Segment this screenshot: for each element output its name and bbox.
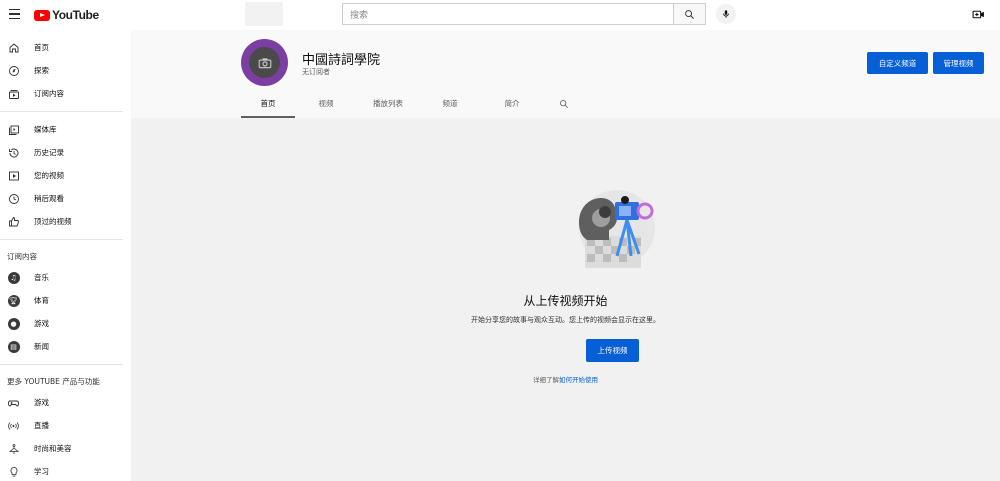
menu-icon[interactable] [6, 6, 22, 22]
sidebar-item-live[interactable]: 直播 [0, 414, 131, 437]
watch-later-icon [7, 192, 20, 205]
channel-header: 中國詩詞學院 无订阅者 自定义频道 管理视频 首页 视频 播放列表 频道 简介 [131, 30, 1000, 118]
camera-icon [258, 57, 271, 68]
library-icon [7, 123, 20, 136]
search-button[interactable] [673, 3, 706, 25]
sidebar-item-label: 体育 [34, 296, 49, 305]
lightbulb-icon [7, 465, 20, 478]
sidebar-item-music[interactable]: ♫ 音乐 [0, 266, 131, 289]
gamepad-icon [7, 396, 20, 409]
sidebar-item-your-videos[interactable]: 您的视频 [0, 164, 131, 187]
sidebar-item-subscriptions[interactable]: 订阅内容 [0, 82, 131, 105]
youtube-play-icon [34, 9, 50, 21]
voice-search-button[interactable] [716, 4, 736, 24]
sidebar-item-home[interactable]: 首页 [0, 36, 131, 59]
sidebar-item-history[interactable]: 历史记录 [0, 141, 131, 164]
empty-state-subtitle: 开始分享您的故事与观众互动。您上传的视频会显示在这里。 [471, 316, 660, 324]
sidebar-item-news[interactable]: ▤ 新闻 [0, 335, 131, 358]
music-icon: ♫ [7, 271, 20, 284]
sidebar-item-label: 订阅内容 [34, 89, 64, 98]
hanger-icon [7, 442, 20, 455]
sidebar-divider [0, 364, 123, 365]
empty-state-title: 从上传视频开始 [523, 294, 608, 308]
news-icon: ▤ [7, 340, 20, 353]
thumbs-up-icon [7, 215, 20, 228]
sidebar-item-label: 媒体库 [34, 125, 57, 134]
sidebar-item-label: 直播 [34, 421, 49, 430]
tab-about[interactable]: 简介 [481, 90, 543, 118]
logo-text: YouTube [52, 8, 99, 22]
sidebar-item-watch-later[interactable]: 稍后观看 [0, 187, 131, 210]
sidebar-item-label: 时尚和美容 [34, 444, 72, 453]
sidebar-divider [0, 239, 123, 240]
search-placeholder: 搜索 [350, 10, 369, 21]
sidebar-item-label: 顶过的视频 [34, 217, 72, 226]
search-icon [685, 9, 694, 19]
sidebar: 首页 探索 订阅内容 媒体库 历史记录 您的视频 稍后观看 顶过的视频 订阅内容… [0, 30, 131, 481]
sidebar-item-liked-videos[interactable]: 顶过的视频 [0, 210, 131, 233]
history-icon [7, 146, 20, 159]
upload-illustration [579, 190, 655, 268]
search-input[interactable]: 搜索 [342, 3, 673, 25]
channel-search-button[interactable] [543, 90, 585, 118]
channel-avatar[interactable] [241, 39, 288, 86]
channel-name: 中國詩詞學院 [302, 53, 381, 68]
tab-home[interactable]: 首页 [241, 90, 295, 118]
search-bar: 搜索 [342, 3, 706, 25]
sidebar-item-label: 游戏 [34, 398, 49, 407]
channel-tabs: 首页 视频 播放列表 频道 简介 [241, 90, 585, 118]
sidebar-item-sports[interactable]: 🏆︎ 体育 [0, 289, 131, 312]
live-icon [7, 419, 20, 432]
top-bar: YouTube 搜索 [0, 0, 1000, 30]
subscriber-count: 无订阅者 [302, 68, 330, 76]
your-videos-icon [7, 169, 20, 182]
sidebar-item-label: 您的视频 [34, 171, 64, 180]
sidebar-item-label: 历史记录 [34, 148, 64, 157]
sidebar-divider [0, 111, 123, 112]
main-content: 从上传视频开始 开始分享您的故事与观众互动。您上传的视频会显示在这里。 上传视频… [131, 118, 1000, 481]
sidebar-item-fashion[interactable]: 时尚和美容 [0, 437, 131, 460]
upload-video-button[interactable]: 上传视频 [586, 339, 639, 362]
compass-icon [7, 64, 20, 77]
subscriptions-heading: 订阅内容 [7, 251, 37, 261]
microphone-icon [723, 10, 729, 18]
sidebar-item-library[interactable]: 媒体库 [0, 118, 131, 141]
tab-channels[interactable]: 频道 [419, 90, 481, 118]
more-heading: 更多 YOUTUBE 产品与功能 [7, 376, 100, 386]
sidebar-item-explore[interactable]: 探索 [0, 59, 131, 82]
sidebar-item-learning[interactable]: 学习 [0, 460, 131, 481]
tab-playlists[interactable]: 播放列表 [357, 90, 419, 118]
create-video-icon [972, 10, 984, 18]
tab-videos[interactable]: 视频 [295, 90, 357, 118]
customize-channel-button[interactable]: 自定义频道 [867, 52, 928, 74]
youtube-logo[interactable]: YouTube [34, 8, 99, 22]
subscriptions-icon [7, 87, 20, 100]
sidebar-item-label: 探索 [34, 66, 49, 75]
sidebar-item-label: 稍后观看 [34, 194, 64, 203]
sidebar-item-label: 学习 [34, 467, 49, 476]
gaming-icon: ● [7, 317, 20, 330]
create-button[interactable] [970, 6, 986, 22]
learn-more-prefix: 详细了解 [533, 376, 559, 384]
sidebar-item-gaming-more[interactable]: 游戏 [0, 391, 131, 414]
getting-started-link[interactable]: 如何开始使用 [559, 376, 598, 384]
sidebar-item-label: 新闻 [34, 342, 49, 351]
placeholder-box [245, 2, 283, 26]
learn-more-text: 详细了解如何开始使用 [131, 374, 1000, 384]
trophy-icon: 🏆︎ [7, 294, 20, 307]
sidebar-item-label: 游戏 [34, 319, 49, 328]
sidebar-item-label: 音乐 [34, 273, 49, 282]
avatar-inner [249, 47, 280, 78]
search-icon [560, 100, 569, 109]
home-icon [7, 41, 20, 54]
sidebar-item-label: 首页 [34, 43, 49, 52]
sidebar-item-gaming[interactable]: ● 游戏 [0, 312, 131, 335]
manage-videos-button[interactable]: 管理视频 [933, 52, 984, 74]
